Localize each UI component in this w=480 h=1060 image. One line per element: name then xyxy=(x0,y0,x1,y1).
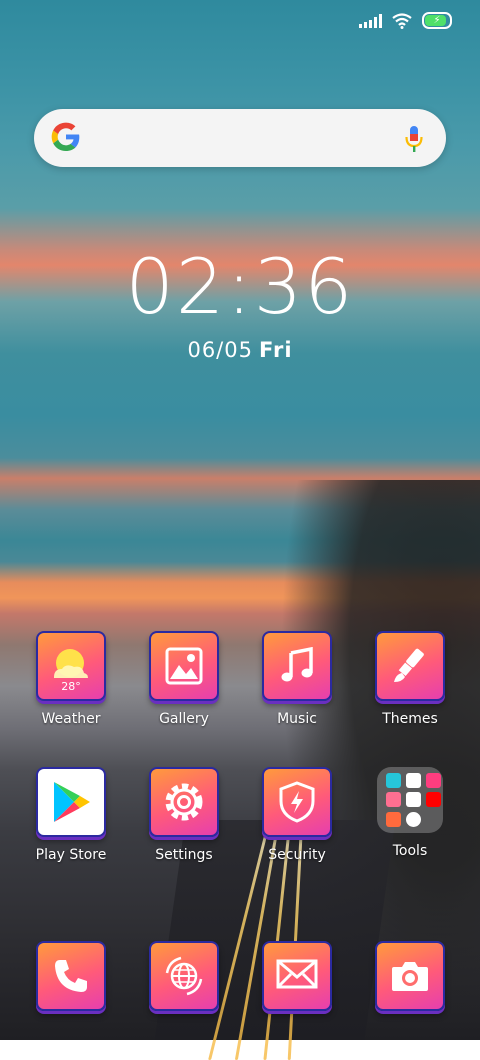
camera-icon xyxy=(375,941,445,1011)
app-play-store[interactable]: Play Store xyxy=(16,767,126,863)
date-value: 06/05 xyxy=(187,338,253,362)
dock-camera[interactable] xyxy=(355,941,465,1011)
chrome-mini-icon xyxy=(406,811,421,827)
app-settings[interactable]: Settings xyxy=(129,767,239,863)
app-security[interactable]: Security xyxy=(242,767,352,863)
app-label: Weather xyxy=(41,711,101,727)
browser-icon xyxy=(149,941,219,1011)
dock-browser[interactable] xyxy=(129,941,239,1011)
mic-icon[interactable] xyxy=(404,125,424,153)
dock-messages[interactable] xyxy=(242,941,352,1011)
calculator-mini-icon xyxy=(386,773,401,788)
app-music[interactable]: Music xyxy=(242,631,352,727)
day-of-week: Fri xyxy=(258,338,293,362)
play-mini-icon xyxy=(406,773,421,788)
app-label: Play Store xyxy=(35,847,107,863)
youtube-mini-icon xyxy=(426,792,441,808)
duo-mini-icon xyxy=(386,811,401,827)
google-search-bar[interactable] xyxy=(34,109,446,167)
clock-date[interactable]: 06/05 Fri xyxy=(0,338,480,362)
app-label: Settings xyxy=(155,847,213,863)
battery-charging-icon: ⚡ xyxy=(422,12,452,29)
music-icon xyxy=(262,631,332,701)
shield-icon xyxy=(262,767,332,837)
weather-temp: 28° xyxy=(61,680,81,693)
app-weather[interactable]: 28° Weather xyxy=(16,631,126,727)
app-themes[interactable]: Themes xyxy=(355,631,465,727)
contacts-mini-icon xyxy=(386,792,401,808)
app-label: Gallery xyxy=(159,711,209,727)
gear-icon xyxy=(149,767,219,837)
folder-icon xyxy=(377,767,443,833)
app-label: Themes xyxy=(382,711,438,727)
app-tools-folder[interactable]: Tools xyxy=(355,767,465,859)
wifi-icon xyxy=(392,12,412,29)
dock-phone[interactable] xyxy=(16,941,126,1011)
gmail-mini-icon xyxy=(406,792,421,808)
movies-mini-icon xyxy=(426,773,441,788)
weather-icon: 28° xyxy=(36,631,106,701)
app-label: Music xyxy=(277,711,317,727)
status-bar: ⚡ xyxy=(359,12,452,29)
signal-icon xyxy=(359,13,382,28)
gallery-icon xyxy=(149,631,219,701)
themes-icon xyxy=(375,631,445,701)
google-logo-icon xyxy=(51,122,80,151)
app-label: Security xyxy=(268,847,326,863)
phone-icon xyxy=(36,941,106,1011)
messages-icon xyxy=(262,941,332,1011)
app-gallery[interactable]: Gallery xyxy=(129,631,239,727)
app-label: Tools xyxy=(392,843,428,859)
play-store-icon xyxy=(36,767,106,837)
clock-time[interactable]: 02:36 xyxy=(0,242,480,331)
